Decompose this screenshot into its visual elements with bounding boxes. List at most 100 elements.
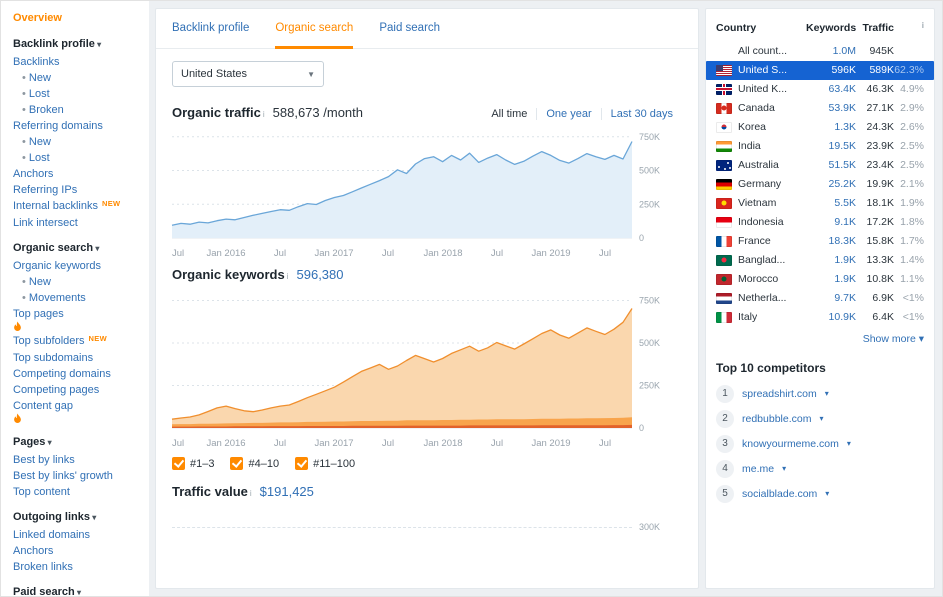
competitor-link[interactable]: redbubble.com: [742, 413, 811, 425]
sidebar-item-top-subdomains[interactable]: Top subdomains: [13, 350, 143, 366]
keywords-value[interactable]: 10.9K: [806, 311, 856, 323]
sidebar-item-broken[interactable]: Broken: [13, 102, 143, 118]
sidebar-item-label: Broken: [28, 104, 64, 116]
sidebar-item-top-content[interactable]: Top content: [13, 484, 143, 500]
country-row-all-count[interactable]: All count... 1.0M 945K: [716, 42, 924, 61]
sidebar-item-link-intersect[interactable]: Link intersect: [13, 215, 143, 231]
country-row-united-k[interactable]: United K... 63.4K 46.3K 4.9%: [716, 80, 924, 99]
country-row-germany[interactable]: Germany 25.2K 19.9K 2.1%: [716, 175, 924, 194]
sidebar-item-new[interactable]: New: [13, 274, 143, 290]
keywords-value[interactable]: 63.4K: [806, 83, 856, 95]
sidebar-item-label: Referring domains: [13, 120, 103, 132]
sidebar-item-organic-keywords[interactable]: Organic keywords: [13, 258, 143, 274]
sidebar-item-label: Movements: [28, 292, 86, 304]
info-icon: i: [262, 110, 265, 119]
sidebar-item-new[interactable]: New: [13, 70, 143, 86]
traffic-value: 6.9K: [872, 292, 894, 304]
range-one-year[interactable]: One year: [536, 108, 600, 120]
chevron-down-icon[interactable]: ▾: [825, 489, 829, 498]
legend-checkbox-1-3[interactable]: #1–3: [172, 457, 214, 470]
sidebar-item-internal-backlinks[interactable]: Internal backlinks NEW: [13, 198, 143, 215]
gridline: [172, 527, 632, 528]
sidebar-item-lost[interactable]: Lost: [13, 150, 143, 166]
sidebar-item-pages[interactable]: Pages ▾: [13, 433, 143, 452]
keywords-value[interactable]: 53.9K: [806, 102, 856, 114]
chevron-down-icon[interactable]: ▾: [819, 414, 823, 423]
chevron-down-icon[interactable]: ▾: [825, 389, 829, 398]
country-row-banglad[interactable]: Banglad... 1.9K 13.3K 1.4%: [716, 251, 924, 270]
country-row-italy[interactable]: Italy 10.9K 6.4K <1%: [716, 308, 924, 327]
range-all-time[interactable]: All time: [482, 108, 536, 120]
sidebar-item-overview[interactable]: Overview: [13, 9, 143, 27]
svg-text:0: 0: [639, 423, 644, 433]
keywords-value[interactable]: 5.5K: [806, 197, 856, 209]
sidebar-item-top-subfolders[interactable]: Top subfolders NEW: [13, 333, 143, 350]
sidebar-item-movements[interactable]: Movements: [13, 290, 143, 306]
competitor-link[interactable]: socialblade.com: [742, 488, 817, 500]
keywords-value[interactable]: 25.2K: [806, 178, 856, 190]
sidebar-item-competing-pages[interactable]: Competing pages: [13, 382, 143, 398]
legend-label: #1–3: [190, 457, 215, 470]
competitor-link[interactable]: me.me: [742, 463, 774, 475]
sidebar-item-broken-links[interactable]: Broken links: [13, 559, 143, 575]
keywords-value[interactable]: 1.9K: [806, 273, 856, 285]
country-row-france[interactable]: France 18.3K 15.8K 1.7%: [716, 232, 924, 251]
sidebar-item-organic-search[interactable]: Organic search ▾: [13, 239, 143, 258]
competitor-link[interactable]: knowyourmeme.com: [742, 438, 839, 450]
sidebar-item-paid-search[interactable]: Paid search ▾: [13, 583, 143, 596]
sidebar-item-backlinks[interactable]: Backlinks: [13, 54, 143, 70]
traffic-share: 62.3%: [894, 64, 924, 76]
chevron-down-icon[interactable]: ▾: [782, 464, 786, 473]
legend-checkbox-4-10[interactable]: #4–10: [230, 457, 279, 470]
x-axis-tick: Jan 2016: [206, 248, 246, 259]
country-row-vietnam[interactable]: Vietnam 5.5K 18.1K 1.9%: [716, 194, 924, 213]
sidebar-item-outgoing-links[interactable]: Outgoing links ▾: [13, 508, 143, 527]
checkbox-checked-icon[interactable]: [172, 457, 185, 470]
country-row-canada[interactable]: Canada 53.9K 27.1K 2.9%: [716, 99, 924, 118]
keywords-value[interactable]: 9.7K: [806, 292, 856, 304]
sidebar-item-linked-domains[interactable]: Linked domains: [13, 527, 143, 543]
keywords-value[interactable]: 1.3K: [806, 121, 856, 133]
sidebar-item-top-pages[interactable]: Top pages: [13, 306, 143, 333]
sidebar-item-anchors[interactable]: Anchors: [13, 166, 143, 182]
chevron-down-icon[interactable]: ▾: [847, 439, 851, 448]
sidebar-item-best-by-links-growth[interactable]: Best by links' growth: [13, 468, 143, 484]
country-select[interactable]: United States ▼: [172, 61, 324, 87]
show-more-link[interactable]: Show more ▾: [716, 333, 924, 345]
keywords-value[interactable]: 51.5K: [806, 159, 856, 171]
keywords-value[interactable]: 1.0M: [806, 45, 856, 57]
sidebar-item-lost[interactable]: Lost: [13, 86, 143, 102]
competitor-link[interactable]: spreadshirt.com: [742, 388, 817, 400]
country-name-cell: United K...: [716, 83, 806, 95]
organic-keywords-value[interactable]: 596,380: [297, 267, 344, 282]
keywords-value[interactable]: 596K: [806, 64, 856, 76]
tab-paid-search[interactable]: Paid search: [379, 9, 440, 49]
keywords-value[interactable]: 1.9K: [806, 254, 856, 266]
sidebar-item-competing-domains[interactable]: Competing domains: [13, 366, 143, 382]
sidebar-item-new[interactable]: New: [13, 134, 143, 150]
country-row-netherla[interactable]: Netherla... 9.7K 6.9K <1%: [716, 289, 924, 308]
tab-organic-search[interactable]: Organic search: [275, 9, 354, 49]
keywords-value[interactable]: 19.5K: [806, 140, 856, 152]
country-row-united-s[interactable]: United S... 596K 589K 62.3%: [706, 60, 934, 80]
checkbox-checked-icon[interactable]: [230, 457, 244, 470]
sidebar-item-referring-ips[interactable]: Referring IPs: [13, 182, 143, 198]
sidebar-item-content-gap[interactable]: Content gap: [13, 398, 143, 425]
tab-backlink-profile[interactable]: Backlink profile: [172, 9, 249, 49]
traffic-value: 17.2K: [866, 216, 894, 228]
sidebar-item-anchors[interactable]: Anchors: [13, 543, 143, 559]
country-row-morocco[interactable]: Morocco 1.9K 10.8K 1.1%: [716, 270, 924, 289]
country-row-korea[interactable]: Korea 1.3K 24.3K 2.6%: [716, 118, 924, 137]
country-row-india[interactable]: India 19.5K 23.9K 2.5%: [716, 137, 924, 156]
range-last-30-days[interactable]: Last 30 days: [600, 108, 682, 120]
sidebar-item-best-by-links[interactable]: Best by links: [13, 452, 143, 468]
sidebar-item-backlink-profile[interactable]: Backlink profile ▾: [13, 35, 143, 54]
country-row-australia[interactable]: Australia 51.5K 23.4K 2.5%: [716, 156, 924, 175]
country-row-indonesia[interactable]: Indonesia 9.1K 17.2K 1.8%: [716, 213, 924, 232]
keywords-value[interactable]: 18.3K: [806, 235, 856, 247]
legend-checkbox-11-100[interactable]: #11–100: [295, 457, 355, 470]
sidebar-item-referring-domains[interactable]: Referring domains: [13, 118, 143, 134]
traffic-value-amount[interactable]: $191,425: [260, 484, 314, 499]
checkbox-checked-icon[interactable]: [295, 457, 309, 470]
keywords-value[interactable]: 9.1K: [806, 216, 856, 228]
